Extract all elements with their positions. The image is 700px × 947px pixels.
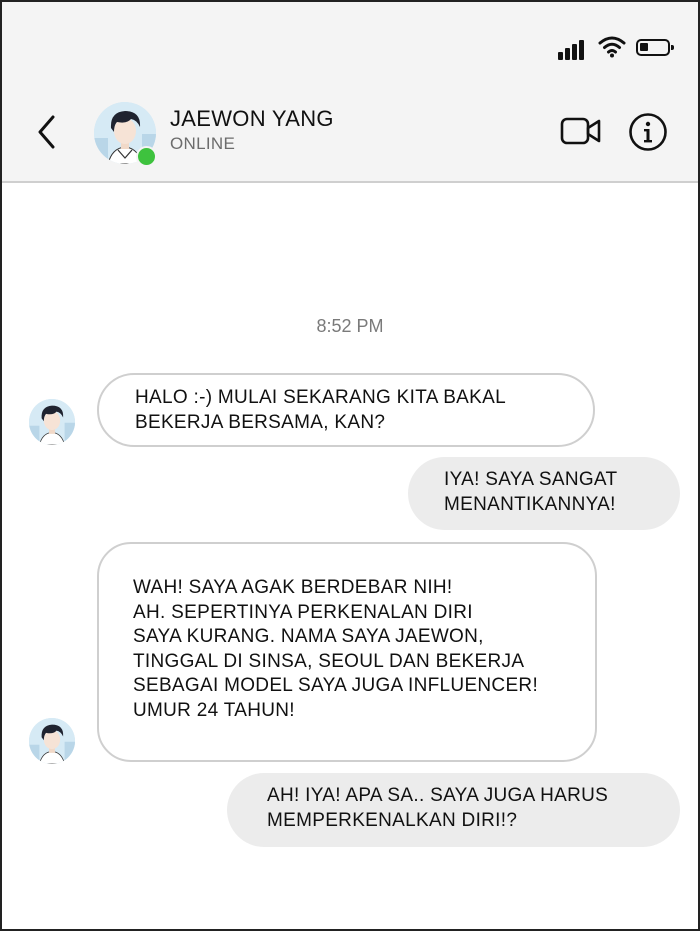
sender-avatar[interactable]: [29, 718, 75, 764]
info-icon[interactable]: [628, 112, 668, 152]
message-line: BEKERJA BERSAMA, KAN?: [135, 411, 386, 433]
message-line: SAYA KURANG. NAMA SAYA JAEWON,: [133, 626, 484, 647]
incoming-message[interactable]: WAH! SAYA AGAK BERDEBAR NIH! AH. SEPERTI…: [97, 542, 597, 762]
message-line: TINGGAL DI SINSA, SEOUL DAN BEKERJA: [133, 650, 525, 672]
outgoing-message[interactable]: AH! IYA! APA SA.. SAYA JUGA HARUS MEMPER…: [227, 773, 680, 847]
chat-screen: JAEWON YANG ONLINE 8:52 PM HALO :-) MULA…: [0, 0, 700, 931]
message-line: WAH! SAYA AGAK BERDEBAR NIH!: [133, 577, 453, 598]
outgoing-message[interactable]: IYA! SAYA SANGAT MENANTIKANNYA!: [408, 457, 680, 530]
message-timestamp: 8:52 PM: [316, 316, 384, 336]
message-line: AH. SEPERTINYA PERKENALAN DIRI: [133, 601, 473, 623]
message-line: SEBAGAI MODEL SAYA JUGA INFLUENCER!: [133, 675, 539, 696]
contact-status: ONLINE: [170, 134, 236, 153]
incoming-message[interactable]: HALO :-) MULAI SEKARANG KITA BAKAL BEKER…: [97, 373, 595, 447]
message-line: HALO :-) MULAI SEKARANG KITA BAKAL: [135, 387, 506, 408]
battery-low-icon: [636, 39, 674, 56]
video-camera-icon[interactable]: [560, 116, 602, 146]
contact-name[interactable]: JAEWON YANG: [170, 106, 334, 132]
wifi-icon: [598, 36, 626, 58]
sender-avatar[interactable]: [29, 399, 75, 445]
message-line: MENANTIKANNYA!: [444, 493, 616, 515]
message-line: MEMPERKENALKAN DIRI!?: [267, 809, 518, 831]
signal-bars-icon: [558, 38, 590, 60]
chevron-left-icon[interactable]: [36, 114, 56, 150]
message-line: IYA! SAYA SANGAT: [444, 469, 618, 490]
status-bar: [2, 2, 698, 74]
chat-header: JAEWON YANG ONLINE: [2, 74, 698, 183]
message-line: UMUR 24 TAHUN!: [133, 699, 295, 721]
online-indicator: [136, 146, 157, 167]
message-line: AH! IYA! APA SA.. SAYA JUGA HARUS: [267, 785, 609, 806]
